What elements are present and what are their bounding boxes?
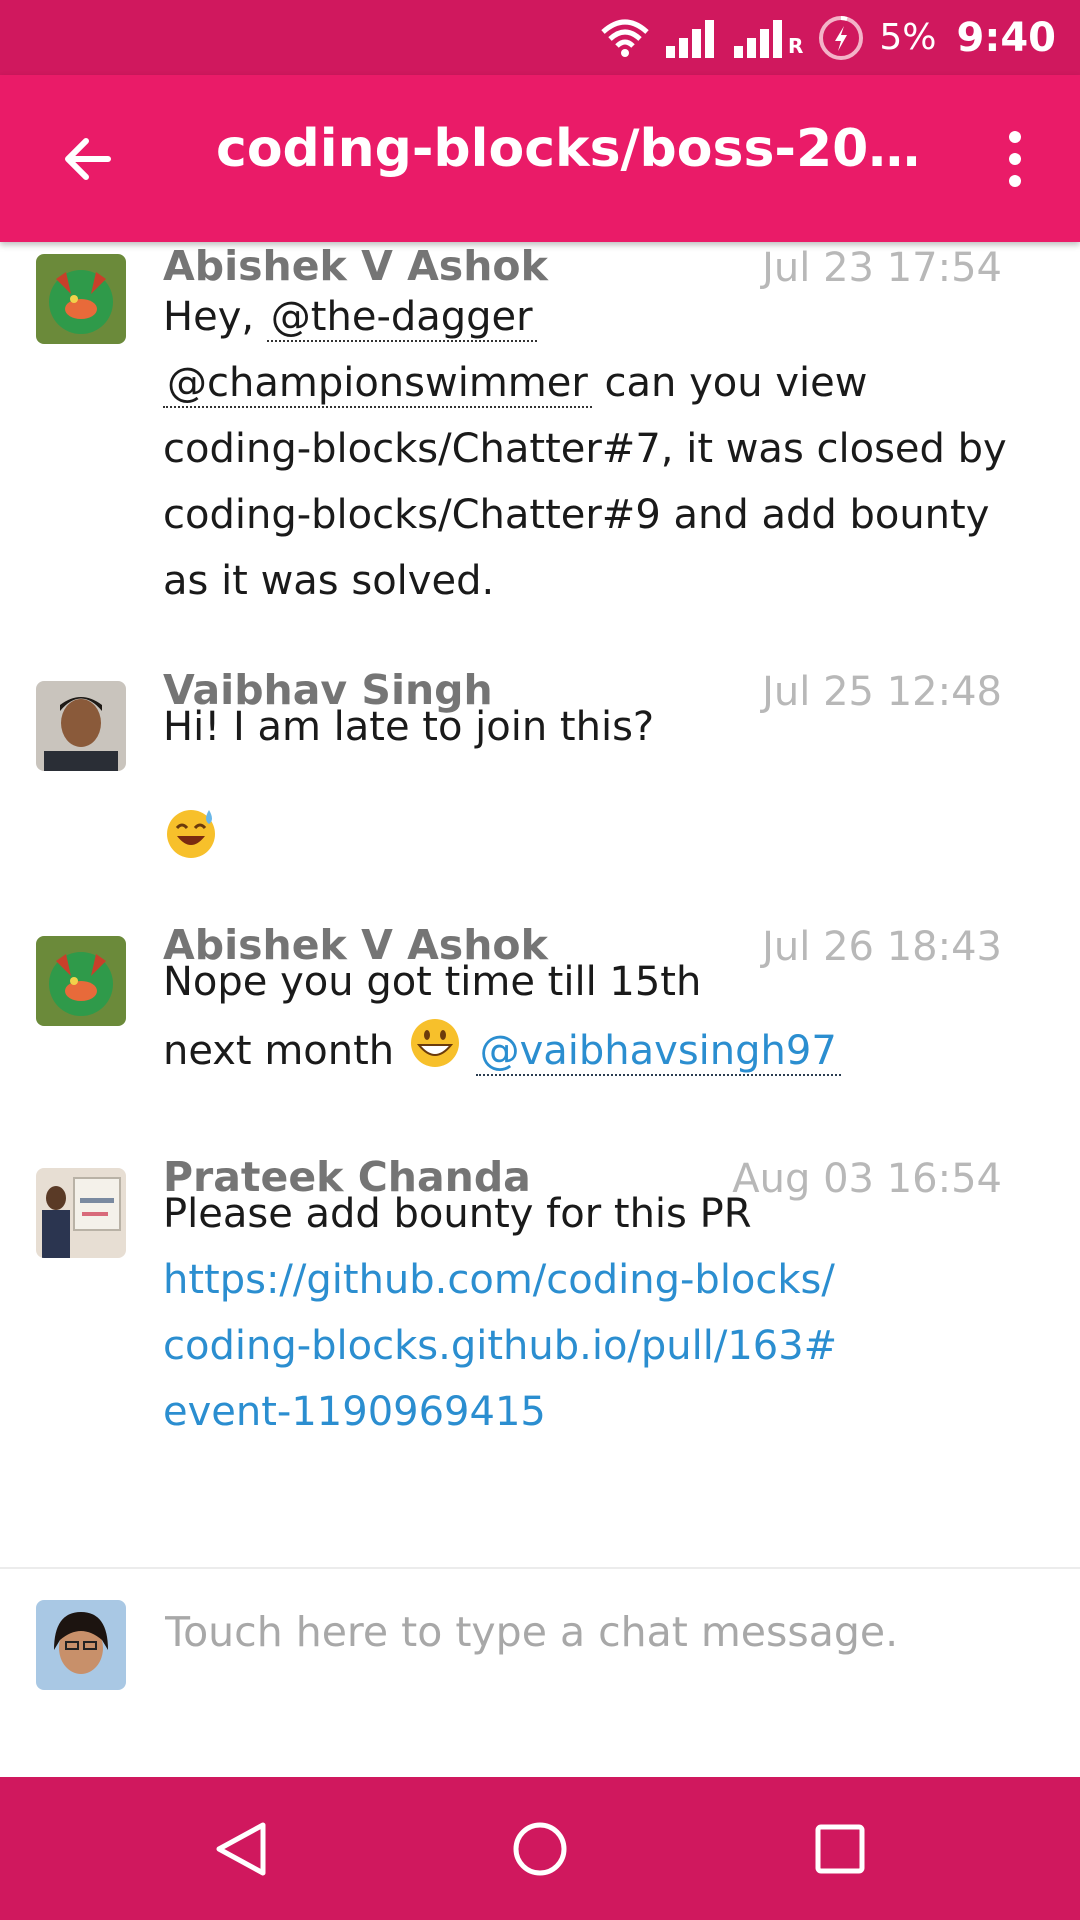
- signal-icon: [664, 18, 718, 58]
- nav-recents-icon: [815, 1824, 865, 1874]
- current-user-avatar: [36, 1600, 126, 1690]
- message-text: Nope you got time till 15th: [163, 959, 702, 1005]
- message-text: Please add bounty for this PR: [163, 1191, 752, 1237]
- more-options-button[interactable]: [980, 123, 1050, 195]
- clock: 9:40: [956, 14, 1057, 61]
- arrow-back-icon: [65, 138, 111, 180]
- chat-message-input[interactable]: [163, 1607, 1047, 1657]
- avatar[interactable]: [36, 936, 126, 1026]
- avatar[interactable]: [36, 681, 126, 771]
- chat-composer: [0, 1569, 1080, 1777]
- grinning-face-icon: [407, 1015, 463, 1091]
- message-text: Hey,: [163, 294, 255, 340]
- status-bar: R 5% 9:40: [0, 0, 1080, 75]
- room-title: coding-blocks/boss-20…: [216, 119, 916, 179]
- nav-back-button[interactable]: [205, 1813, 277, 1885]
- message-body: Nope you got time till 15th next month @…: [163, 949, 1023, 1091]
- avatar[interactable]: [36, 1168, 126, 1258]
- nav-back-icon: [216, 1822, 266, 1876]
- battery-saver-icon: [817, 14, 865, 62]
- nav-recents-button[interactable]: [804, 1813, 876, 1885]
- navigation-bar: [0, 1777, 1080, 1920]
- mention-link[interactable]: @the-dagger: [266, 294, 537, 342]
- signal-roaming-icon: R: [732, 18, 803, 58]
- sender-name: Abishek V Ashok: [163, 242, 548, 290]
- pr-link[interactable]: https://github.com/coding-blocks/coding-…: [163, 1257, 837, 1435]
- mention-link[interactable]: @vaibhavsingh97: [475, 1028, 841, 1076]
- message-body: Please add bounty for this PR https://gi…: [163, 1181, 843, 1445]
- roaming-label: R: [787, 33, 804, 58]
- nav-home-icon: [513, 1822, 567, 1876]
- avatar[interactable]: [36, 254, 126, 344]
- battery-percent: 5%: [879, 17, 937, 58]
- back-button[interactable]: [52, 123, 124, 195]
- smiling-face-with-sweat-icon: [163, 804, 219, 864]
- message-text: next month: [163, 1028, 395, 1074]
- message-list[interactable]: Abishek V Ashok Jul 23 17:54 Hey, @the-d…: [0, 242, 1080, 1567]
- wifi-icon: [600, 18, 650, 58]
- nav-home-button[interactable]: [504, 1813, 576, 1885]
- mention-link[interactable]: @championswimmer: [163, 360, 592, 408]
- message-body: Hi! I am late to join this?: [163, 694, 1023, 760]
- message-text: Hi! I am late to join this?: [163, 704, 655, 750]
- app-bar: coding-blocks/boss-20…: [0, 75, 1080, 242]
- more-vert-icon: [1009, 131, 1021, 187]
- message-body: Hey, @the-dagger @championswimmer can yo…: [163, 284, 1023, 614]
